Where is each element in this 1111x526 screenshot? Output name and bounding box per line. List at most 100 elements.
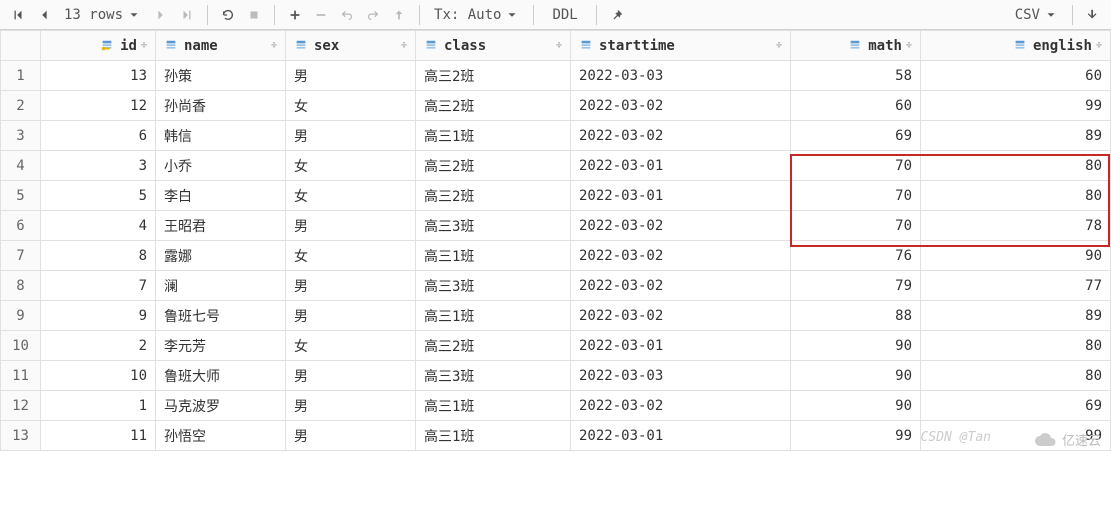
row-number[interactable]: 1 xyxy=(1,61,41,91)
refresh-button[interactable] xyxy=(216,3,240,27)
commit-button[interactable] xyxy=(387,3,411,27)
sort-icon[interactable]: ÷ xyxy=(141,40,147,51)
cell-class[interactable]: 高三1班 xyxy=(416,121,571,151)
cell-name[interactable]: 孙策 xyxy=(156,61,286,91)
first-page-button[interactable] xyxy=(6,3,30,27)
pin-button[interactable] xyxy=(605,3,629,27)
cell-id[interactable]: 10 xyxy=(41,361,156,391)
cell-id[interactable]: 13 xyxy=(41,61,156,91)
row-number[interactable]: 13 xyxy=(1,421,41,451)
row-number[interactable]: 6 xyxy=(1,211,41,241)
cell-name[interactable]: 小乔 xyxy=(156,151,286,181)
table-row[interactable]: 64王昭君男高三3班2022-03-027078 xyxy=(1,211,1111,241)
cell-starttime[interactable]: 2022-03-02 xyxy=(571,391,791,421)
cell-sex[interactable]: 女 xyxy=(286,181,416,211)
sort-icon[interactable]: ÷ xyxy=(271,40,277,51)
cell-math[interactable]: 99 xyxy=(791,421,921,451)
cell-sex[interactable]: 男 xyxy=(286,391,416,421)
cell-name[interactable]: 鲁班七号 xyxy=(156,301,286,331)
cell-name[interactable]: 王昭君 xyxy=(156,211,286,241)
cell-class[interactable]: 高三1班 xyxy=(416,241,571,271)
cell-starttime[interactable]: 2022-03-03 xyxy=(571,61,791,91)
cell-name[interactable]: 澜 xyxy=(156,271,286,301)
cell-math[interactable]: 76 xyxy=(791,241,921,271)
cell-math[interactable]: 70 xyxy=(791,151,921,181)
table-row[interactable]: 43小乔女高三2班2022-03-017080 xyxy=(1,151,1111,181)
column-header-english[interactable]: english÷ xyxy=(921,31,1111,61)
table-row[interactable]: 36韩信男高三1班2022-03-026989 xyxy=(1,121,1111,151)
cell-starttime[interactable]: 2022-03-02 xyxy=(571,301,791,331)
column-header-starttime[interactable]: starttime÷ xyxy=(571,31,791,61)
cell-class[interactable]: 高三1班 xyxy=(416,421,571,451)
sort-icon[interactable]: ÷ xyxy=(1096,40,1102,51)
table-row[interactable]: 78露娜女高三1班2022-03-027690 xyxy=(1,241,1111,271)
table-row[interactable]: 87澜男高三3班2022-03-027977 xyxy=(1,271,1111,301)
cell-id[interactable]: 1 xyxy=(41,391,156,421)
cell-name[interactable]: 马克波罗 xyxy=(156,391,286,421)
cell-name[interactable]: 露娜 xyxy=(156,241,286,271)
sort-icon[interactable]: ÷ xyxy=(776,40,782,51)
cell-name[interactable]: 李元芳 xyxy=(156,331,286,361)
redo-button[interactable] xyxy=(361,3,385,27)
sort-icon[interactable]: ÷ xyxy=(556,40,562,51)
cell-sex[interactable]: 男 xyxy=(286,301,416,331)
cell-name[interactable]: 鲁班大师 xyxy=(156,361,286,391)
cell-english[interactable]: 89 xyxy=(921,121,1111,151)
cell-starttime[interactable]: 2022-03-01 xyxy=(571,151,791,181)
cell-sex[interactable]: 女 xyxy=(286,241,416,271)
cell-english[interactable]: 78 xyxy=(921,211,1111,241)
cell-sex[interactable]: 男 xyxy=(286,61,416,91)
cell-id[interactable]: 6 xyxy=(41,121,156,151)
cell-math[interactable]: 58 xyxy=(791,61,921,91)
cell-class[interactable]: 高三2班 xyxy=(416,61,571,91)
cell-english[interactable]: 80 xyxy=(921,181,1111,211)
row-number[interactable]: 2 xyxy=(1,91,41,121)
cell-name[interactable]: 李白 xyxy=(156,181,286,211)
row-number[interactable]: 12 xyxy=(1,391,41,421)
cell-english[interactable]: 60 xyxy=(921,61,1111,91)
cell-math[interactable]: 70 xyxy=(791,181,921,211)
add-row-button[interactable] xyxy=(283,3,307,27)
table-row[interactable]: 113孙策男高三2班2022-03-035860 xyxy=(1,61,1111,91)
cell-id[interactable]: 11 xyxy=(41,421,156,451)
cell-starttime[interactable]: 2022-03-02 xyxy=(571,211,791,241)
row-number[interactable]: 11 xyxy=(1,361,41,391)
column-header-sex[interactable]: sex÷ xyxy=(286,31,416,61)
column-header-id[interactable]: id÷ xyxy=(41,31,156,61)
last-page-button[interactable] xyxy=(175,3,199,27)
cell-english[interactable]: 99 xyxy=(921,421,1111,451)
table-row[interactable]: 102李元芳女高三2班2022-03-019080 xyxy=(1,331,1111,361)
cell-id[interactable]: 5 xyxy=(41,181,156,211)
cell-class[interactable]: 高三2班 xyxy=(416,91,571,121)
cell-math[interactable]: 90 xyxy=(791,331,921,361)
prev-page-button[interactable] xyxy=(32,3,56,27)
sort-icon[interactable]: ÷ xyxy=(401,40,407,51)
cell-id[interactable]: 12 xyxy=(41,91,156,121)
cell-sex[interactable]: 男 xyxy=(286,121,416,151)
cell-name[interactable]: 孙悟空 xyxy=(156,421,286,451)
cell-math[interactable]: 90 xyxy=(791,361,921,391)
cell-math[interactable]: 90 xyxy=(791,391,921,421)
cell-class[interactable]: 高三1班 xyxy=(416,301,571,331)
cell-math[interactable]: 79 xyxy=(791,271,921,301)
cell-english[interactable]: 90 xyxy=(921,241,1111,271)
cell-name[interactable]: 韩信 xyxy=(156,121,286,151)
row-number[interactable]: 8 xyxy=(1,271,41,301)
row-number[interactable]: 3 xyxy=(1,121,41,151)
cell-math[interactable]: 70 xyxy=(791,211,921,241)
table-row[interactable]: 55李白女高三2班2022-03-017080 xyxy=(1,181,1111,211)
cell-starttime[interactable]: 2022-03-02 xyxy=(571,241,791,271)
table-row[interactable]: 99鲁班七号男高三1班2022-03-028889 xyxy=(1,301,1111,331)
cell-class[interactable]: 高三3班 xyxy=(416,211,571,241)
stop-button[interactable] xyxy=(242,3,266,27)
cell-sex[interactable]: 男 xyxy=(286,271,416,301)
table-row[interactable]: 212孙尚香女高三2班2022-03-026099 xyxy=(1,91,1111,121)
ddl-button[interactable]: DDL xyxy=(542,7,587,23)
cell-english[interactable]: 99 xyxy=(921,91,1111,121)
rows-count-dropdown[interactable]: 13 rows xyxy=(58,7,147,23)
row-number[interactable]: 7 xyxy=(1,241,41,271)
row-number[interactable]: 5 xyxy=(1,181,41,211)
column-header-name[interactable]: name÷ xyxy=(156,31,286,61)
cell-class[interactable]: 高三3班 xyxy=(416,271,571,301)
column-header-class[interactable]: class÷ xyxy=(416,31,571,61)
